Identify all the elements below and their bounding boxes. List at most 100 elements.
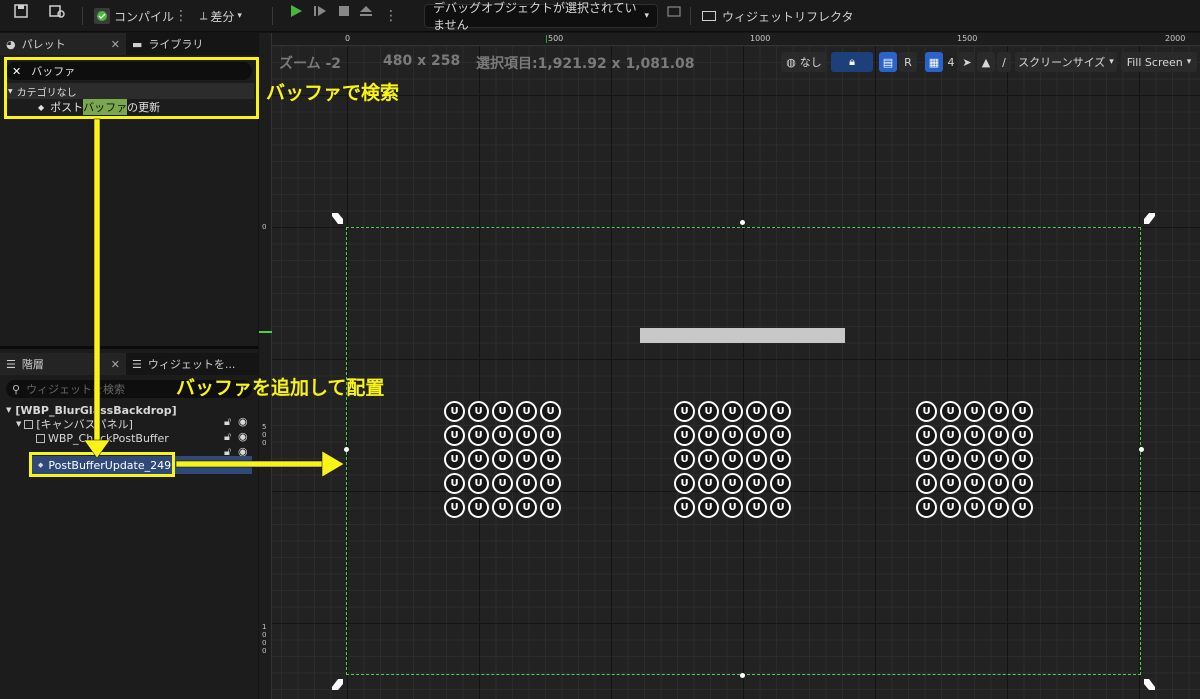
ue-logo-icon: U	[940, 401, 961, 422]
ue-logo-icon: U	[444, 425, 465, 446]
anchor-corner-icon[interactable]	[1143, 678, 1157, 692]
widget-reflector-button[interactable]: ウィジェットリフレクタ	[702, 0, 854, 32]
search-annotation: バッファで検索	[266, 82, 400, 104]
ue-logo-icon: U	[674, 425, 695, 446]
play-icon[interactable]	[285, 0, 307, 22]
ue-logo-icon: U	[988, 425, 1009, 446]
image-tile-right[interactable]: UUUUUUUUUUUUUUUUUUUUUUUUU	[916, 401, 1034, 521]
palette-icon: ◕	[6, 37, 16, 51]
ue-logo-icon: U	[468, 473, 489, 494]
respect-locks-button[interactable]: ▤	[879, 52, 897, 72]
lock-icon[interactable]: 🔓︎	[224, 430, 231, 444]
ue-logo-icon: U	[444, 401, 465, 422]
compile-status-icon	[94, 8, 110, 24]
compile-options-icon[interactable]: ⋮	[174, 0, 188, 32]
ue-logo-icon: U	[540, 425, 561, 446]
ue-logo-icon: U	[492, 401, 513, 422]
ue-logo-icon: U	[1012, 449, 1033, 470]
ue-logo-icon: U	[770, 497, 791, 518]
compile-button[interactable]: コンパイル	[94, 0, 174, 32]
chevron-down-icon: ▾	[1109, 57, 1114, 67]
ue-logo-icon: U	[722, 473, 743, 494]
image-tile-center[interactable]: UUUUUUUUUUUUUUUUUUUUUUUUU	[674, 401, 792, 521]
stop-icon[interactable]	[333, 0, 355, 22]
designer-viewport[interactable]: 0 | 500 1000 1500 2000 0 5 0 0 1 0 0 0 ズ…	[259, 33, 1200, 699]
tree-child-label: WBP_CheckPostBuffer	[48, 431, 169, 445]
chevron-down-icon: ▾	[644, 11, 649, 21]
screen-size-dropdown[interactable]: スクリーンサイズ ▾	[1015, 52, 1117, 72]
hierarchy-tabbar: ☰ 階層 ✕ ☰ ウィジェットを...	[0, 353, 258, 375]
tree-canvas-panel[interactable]: ▼ [キャンバスパネル]	[16, 417, 133, 431]
lock-icon[interactable]: 🔓︎	[224, 415, 231, 429]
resize-handle[interactable]	[740, 673, 745, 678]
anchor-corner-icon[interactable]	[330, 678, 344, 692]
ue-logo-icon: U	[940, 473, 961, 494]
close-icon[interactable]: ✕	[101, 358, 120, 371]
image-icon[interactable]: ▲	[977, 52, 995, 72]
image-tile-left[interactable]: UUUUUUUUUUUUUUUUUUUUUUUUU	[444, 401, 562, 521]
ue-logo-icon: U	[674, 401, 695, 422]
eye-icon[interactable]: ◉	[238, 430, 248, 443]
resize-handle[interactable]	[344, 447, 349, 452]
step-icon[interactable]	[309, 0, 331, 22]
r-button[interactable]: R	[899, 52, 917, 72]
ruler-tick: 0	[262, 223, 267, 231]
debug-object-dropdown[interactable]: デバッグオブジェクトが選択されていません ▾	[424, 1, 658, 32]
localization-button[interactable]: ◍ なし	[781, 52, 827, 72]
resize-handle[interactable]	[740, 220, 745, 225]
tab-palette[interactable]: ◕ パレット ✕	[0, 33, 126, 55]
eject-icon[interactable]	[355, 0, 377, 22]
tree-root[interactable]: ▼ [WBP_BlurGlassBackdrop]	[6, 403, 177, 417]
close-icon[interactable]: ✕	[101, 38, 120, 51]
lock-toggle[interactable]: 🔒︎	[831, 52, 873, 72]
anchor-corner-icon[interactable]	[1143, 211, 1157, 225]
grid-snap-button[interactable]: ▦	[925, 52, 943, 72]
cursor-icon[interactable]: ➤	[959, 52, 975, 72]
ue-logo-icon: U	[746, 449, 767, 470]
ue-logo-icon: U	[674, 497, 695, 518]
grid-value[interactable]: 4	[945, 52, 957, 72]
main-toolbar: コンパイル ⋮ ⟂ 差分 ▾ ⋮ デバッグオブジェクトが選択されていません ▾ …	[0, 0, 1200, 32]
ruler-marker	[259, 331, 272, 333]
grid-value-label: 4	[947, 55, 955, 69]
ue-logo-icon: U	[916, 449, 937, 470]
ruler-tick: 1000	[750, 34, 771, 43]
hierarchy-search-placeholder: ウィジェットを検索	[26, 383, 126, 396]
play-options-icon[interactable]: ⋮	[384, 0, 398, 32]
tab-widget-binding[interactable]: ☰ ウィジェットを...	[126, 353, 246, 375]
list-icon: ☰	[6, 357, 16, 371]
list-icon: ☰	[132, 357, 142, 371]
ue-logo-icon: U	[916, 497, 937, 518]
resize-handle[interactable]	[1139, 447, 1144, 452]
anchor-corner-icon[interactable]	[330, 211, 344, 225]
ue-logo-icon: U	[964, 449, 985, 470]
fill-mode-dropdown[interactable]: Fill Screen ▾	[1121, 52, 1197, 72]
ue-logo-icon: U	[964, 473, 985, 494]
tab-widget-label: ウィジェットを...	[147, 358, 236, 371]
ue-logo-icon: U	[770, 449, 791, 470]
ue-logo-icon: U	[916, 473, 937, 494]
ue-logo-icon: U	[988, 473, 1009, 494]
folder-icon: ▬	[132, 37, 143, 51]
progress-bar-widget[interactable]	[640, 328, 845, 343]
save-icon[interactable]	[10, 0, 32, 22]
ue-logo-icon: U	[916, 401, 937, 422]
ruler-left: 0 5 0 0 1 0 0 0	[259, 33, 272, 699]
selection-readout: 選択項目:1,921.92 x 1,081.08	[476, 56, 695, 72]
tab-hierarchy[interactable]: ☰ 階層 ✕	[0, 353, 126, 375]
ue-logo-icon: U	[516, 473, 537, 494]
search-highlight-box	[4, 57, 259, 119]
globe-icon: ◍	[786, 55, 796, 69]
ue-logo-icon: U	[492, 497, 513, 518]
eye-icon[interactable]: ◉	[238, 415, 248, 428]
rotation-icon[interactable]: ∕	[997, 52, 1011, 72]
ue-logo-icon: U	[516, 449, 537, 470]
tree-child-widget[interactable]: WBP_CheckPostBuffer	[36, 431, 169, 445]
debug-folder-icon[interactable]	[663, 0, 685, 22]
browse-icon[interactable]	[46, 0, 68, 22]
tab-library[interactable]: ▬ ライブラリ	[126, 33, 246, 55]
ue-logo-icon: U	[492, 473, 513, 494]
ruler-tick: 2000	[1165, 34, 1186, 43]
ue-logo-icon: U	[964, 497, 985, 518]
diff-button[interactable]: ⟂ 差分 ▾	[200, 0, 242, 32]
